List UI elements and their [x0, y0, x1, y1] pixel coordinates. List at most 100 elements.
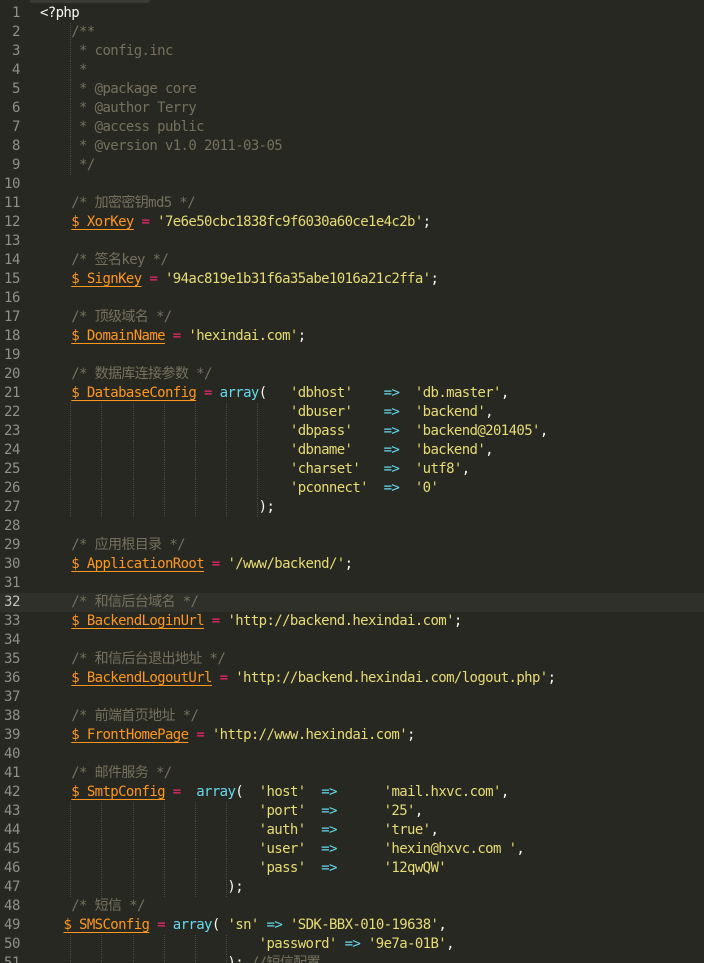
code-line[interactable]: 26 'pconnect' => '0' [0, 479, 704, 498]
code-line[interactable]: 38 /* 前端首页地址 */ [0, 707, 704, 726]
code-line[interactable]: 27 ); [0, 498, 704, 517]
line-code: $_SMSConfig = array( 'sn' => 'SDK-BBX-01… [40, 916, 446, 935]
code-line[interactable]: 30 $_ApplicationRoot = '/www/backend/'; [0, 555, 704, 574]
code-token-comment: /* 短信 */ [40, 898, 145, 914]
code-line[interactable]: 15 $_SignKey = '94ac819e1b31f6a35abe1016… [0, 270, 704, 289]
line-number: 36 [3, 670, 20, 686]
code-token-var: $_DatabaseConfig [71, 385, 197, 401]
code-line[interactable]: 10 [0, 175, 704, 194]
code-line[interactable]: 28 [0, 517, 704, 536]
code-line[interactable]: 50 'password' => '9e7a-01B', [0, 935, 704, 954]
line-number: 32 [3, 594, 20, 610]
indent-guide [226, 479, 228, 498]
code-token-arrow: => [344, 936, 361, 952]
code-line[interactable]: 21 $_DatabaseConfig = array( 'dbhost' =>… [0, 384, 704, 403]
line-number: 7 [11, 119, 20, 135]
code-line[interactable]: 37 [0, 688, 704, 707]
code-line[interactable]: 29 /* 应用根目录 */ [0, 536, 704, 555]
code-line[interactable]: 51 ); //短信配置 [0, 954, 704, 963]
code-line[interactable]: 22 'dbuser' => 'backend', [0, 403, 704, 422]
code-line[interactable]: 47 ); [0, 878, 704, 897]
code-line[interactable]: 6 * @author Terry [0, 99, 704, 118]
code-line[interactable]: 35 /* 和信后台退出地址 */ [0, 650, 704, 669]
code-editor[interactable]: 1 <?php 2 /** 3 * config.inc 4 * 5 * @package… [0, 0, 704, 963]
code-line[interactable]: 5 * @package core [0, 80, 704, 99]
code-token-str: 'password' [258, 936, 338, 952]
code-token-comment: /* 和信后台域名 */ [40, 594, 199, 610]
code-token-op: = [188, 727, 212, 743]
code-line[interactable]: 34 [0, 631, 704, 650]
code-token-op: = [204, 556, 228, 572]
code-line[interactable]: 48 /* 短信 */ [0, 897, 704, 916]
code-line[interactable]: 11 /* 加密密钥md5 */ [0, 194, 704, 213]
code-token-comment: /* 加密密钥md5 */ [40, 195, 196, 211]
code-line[interactable]: 39 $_FrontHomePage = 'http://www.hexinda… [0, 726, 704, 745]
line-code: 'port' => '25', [40, 802, 424, 821]
indent-guide [70, 479, 72, 498]
code-token-comment: * @package core [40, 81, 197, 97]
code-line[interactable]: 19 [0, 346, 704, 365]
code-line[interactable]: 32 /* 和信后台域名 */ [0, 593, 704, 612]
indent-guide [101, 498, 103, 517]
code-line[interactable]: 24 'dbname' => 'backend', [0, 441, 704, 460]
code-line[interactable]: 25 'charset' => 'utf8', [0, 460, 704, 479]
code-line[interactable]: 45 'user' => 'hexin@hxvc.com ', [0, 840, 704, 859]
line-number: 31 [3, 575, 20, 591]
code-line[interactable]: 49 $_SMSConfig = array( 'sn' => 'SDK-BBX… [0, 916, 704, 935]
line-code: /* 和信后台退出地址 */ [40, 650, 226, 669]
indent-guide [70, 80, 72, 99]
code-line[interactable]: 43 'port' => '25', [0, 802, 704, 821]
line-code: * @access public [40, 118, 205, 137]
indent-guide [195, 878, 196, 897]
indent-guide [226, 859, 228, 878]
code-line[interactable]: 17 /* 顶级域名 */ [0, 308, 704, 327]
line-number: 33 [3, 613, 20, 629]
indent-guide [70, 460, 72, 479]
line-code: * config.inc [40, 42, 173, 61]
code-line[interactable]: 23 'dbpass' => 'backend@201405', [0, 422, 704, 441]
code-line[interactable]: 13 [0, 232, 704, 251]
code-line[interactable]: 4 * [0, 61, 704, 80]
code-token-arrow: => [321, 803, 337, 819]
code-line[interactable]: 46 'pass' => '12qwQW' [0, 859, 704, 878]
code-line[interactable]: 7 * @access public [0, 118, 704, 137]
code-line[interactable]: 42 $_SmtpConfig = array( 'host' => 'mail… [0, 783, 704, 802]
code-line[interactable]: 40 [0, 745, 704, 764]
line-code: $_BackendLoginUrl = 'http://backend.hexi… [40, 612, 462, 631]
code-line[interactable]: 3 * config.inc [0, 42, 704, 61]
code-line[interactable]: 31 [0, 574, 704, 593]
code-line[interactable]: 2 /** [0, 23, 704, 42]
code-line[interactable]: 36 $_BackendLogoutUrl = 'http://backend.… [0, 669, 704, 688]
code-line[interactable]: 9 */ [0, 156, 704, 175]
code-token-var: $_BackendLogoutUrl [71, 670, 212, 686]
code-token-str: 'host' [258, 784, 306, 800]
code-line[interactable]: 20 /* 数据库连接参数 */ [0, 365, 704, 384]
code-line[interactable]: 14 /* 签名key */ [0, 251, 704, 270]
code-line[interactable]: 41 /* 邮件服务 */ [0, 764, 704, 783]
line-number: 25 [3, 461, 20, 477]
code-token-comment: * [40, 62, 87, 78]
code-token-op: = [204, 613, 228, 629]
code-line[interactable]: 1 <?php [0, 4, 704, 23]
line-number: 50 [3, 936, 20, 952]
code-token-plain: ); [40, 499, 275, 515]
indent-guide [195, 460, 196, 479]
code-line[interactable]: 8 * @version v1.0 2011-03-05 [0, 137, 704, 156]
indent-guide [101, 422, 103, 441]
line-code: $_SignKey = '94ac819e1b31f6a35abe1016a21… [40, 270, 439, 289]
indent-guide [226, 802, 228, 821]
code-line[interactable]: 44 'auth' => 'true', [0, 821, 704, 840]
code-line[interactable]: 33 $_BackendLoginUrl = 'http://backend.h… [0, 612, 704, 631]
code-line[interactable]: 16 [0, 289, 704, 308]
code-line[interactable]: 12 $_XorKey = '7e6e50cbc1838fc9f6030a60c… [0, 213, 704, 232]
indent-guide [163, 878, 165, 897]
code-token-comment: /* 应用根目录 */ [40, 537, 185, 553]
code-line[interactable]: 18 $_DomainName = 'hexindai.com'; [0, 327, 704, 346]
code-token-str: 'user' [258, 841, 306, 857]
